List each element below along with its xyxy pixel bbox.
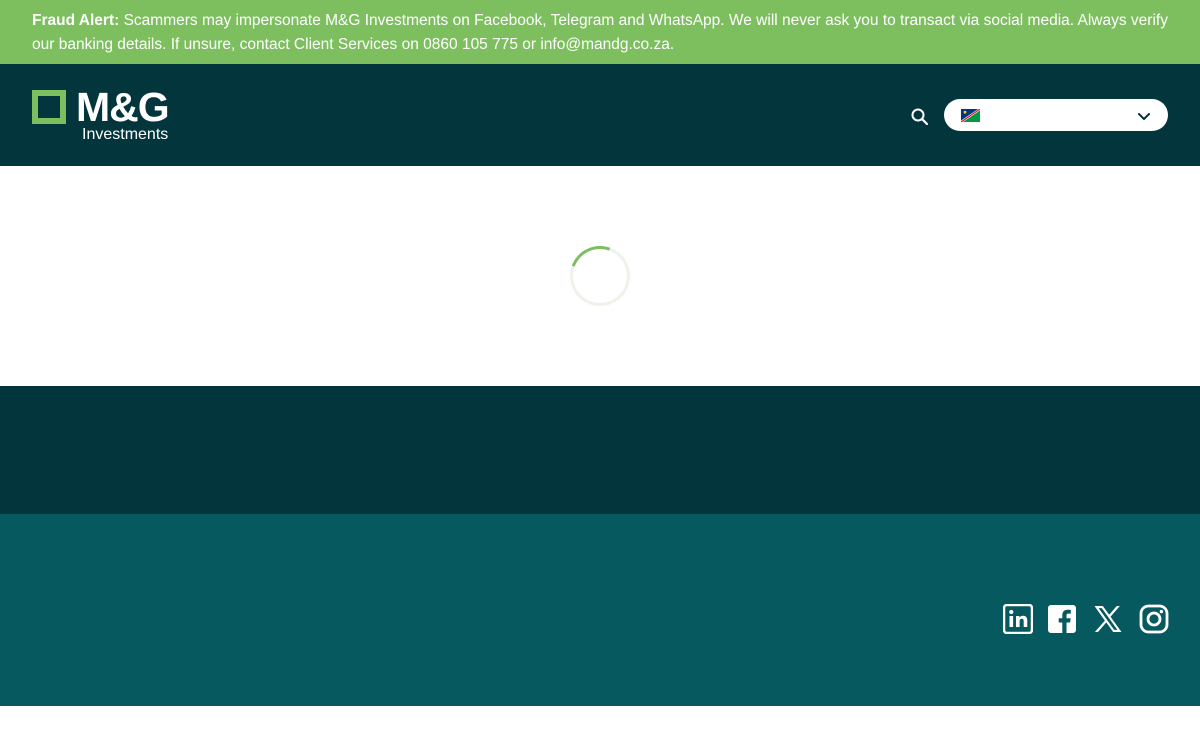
chevron-down-icon: [1138, 113, 1150, 120]
facebook-icon: [1048, 605, 1076, 633]
x-link[interactable]: [1093, 604, 1123, 634]
mg-investments-logo[interactable]: M&G Investments: [32, 84, 184, 144]
fraud-alert-banner: Fraud Alert: Scammers may impersonate M&…: [0, 0, 1200, 64]
linkedin-icon: [1003, 604, 1033, 634]
fraud-alert-message: Scammers may impersonate M&G Investments…: [32, 12, 1168, 53]
logo-brand: M&G: [76, 84, 170, 130]
logo-square-icon: [32, 90, 66, 124]
search-button[interactable]: [910, 107, 930, 127]
footer-top: [0, 386, 1200, 514]
logo-subtitle: Investments: [82, 126, 169, 143]
namibia-flag-icon: [961, 109, 980, 122]
fraud-alert-label: Fraud Alert:: [32, 12, 120, 29]
footer-bottom: [0, 514, 1200, 706]
loading-spinner: [560, 236, 640, 316]
linkedin-link[interactable]: [1003, 604, 1033, 634]
search-icon: [911, 108, 929, 126]
instagram-icon: [1139, 604, 1169, 634]
country-selector[interactable]: [944, 99, 1168, 131]
main-content: [0, 166, 1200, 386]
facebook-link[interactable]: [1047, 604, 1077, 634]
x-icon: [1094, 606, 1122, 632]
site-header: M&G Investments: [0, 64, 1200, 166]
instagram-link[interactable]: [1139, 604, 1169, 634]
